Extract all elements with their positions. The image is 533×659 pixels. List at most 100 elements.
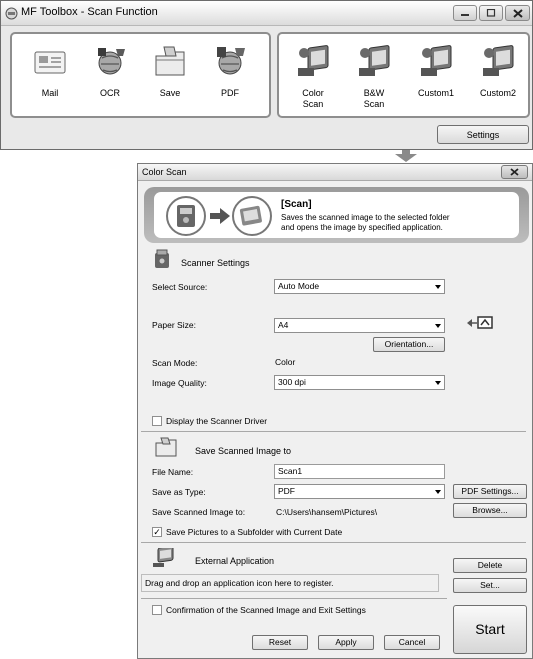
dialog-titlebar[interactable]: Color Scan — [138, 164, 532, 181]
color-scan-dialog: Color Scan [Scan] Saves the scanned imag… — [137, 163, 533, 659]
file-name-input[interactable]: Scan1 — [274, 464, 445, 479]
apply-button[interactable]: Apply — [318, 635, 374, 650]
pdf-settings-button[interactable]: PDF Settings... — [453, 484, 527, 499]
external-application-icon — [153, 548, 174, 567]
chevron-down-icon — [435, 324, 441, 328]
scanner-settings-title: Scanner Settings — [181, 258, 250, 268]
maximize-icon — [486, 9, 496, 17]
pdf-icon — [217, 47, 245, 75]
pdf-label: PDF — [221, 88, 239, 98]
maximize-button[interactable] — [479, 5, 503, 21]
color-scan-label: Color Scan — [281, 88, 345, 110]
ocr-icon — [98, 48, 125, 75]
color-scan-button[interactable]: Color Scan — [285, 36, 341, 116]
subfolder-label: Save Pictures to a Subfolder with Curren… — [166, 527, 343, 537]
custom2-label: Custom2 — [466, 88, 530, 99]
subfolder-checkbox[interactable]: ✓ — [152, 527, 162, 537]
bw-scan-icon — [359, 45, 390, 76]
toolbox-title: MF Toolbox - Scan Function — [21, 6, 158, 18]
ocr-function-button[interactable]: OCR — [82, 36, 138, 116]
scan-mode-label: Scan Mode: — [152, 358, 198, 368]
select-source-label: Select Source: — [152, 282, 208, 292]
confirmation-label: Confirmation of the Scanned Image and Ex… — [166, 605, 366, 615]
color-scan-icon — [298, 45, 329, 76]
cancel-button[interactable]: Cancel — [384, 635, 440, 650]
save-to-label: Save Scanned Image to: — [152, 507, 246, 517]
color-scan-label-line2: Scan — [302, 99, 324, 109]
scanner-icon — [155, 249, 169, 268]
select-source-value: Auto Mode — [278, 281, 320, 291]
confirmation-checkbox[interactable] — [152, 605, 162, 615]
paper-size-hint-icon[interactable] — [465, 314, 495, 332]
minimize-button[interactable] — [453, 5, 477, 21]
image-quality-label: Image Quality: — [152, 378, 207, 388]
mail-function-button[interactable]: Mail — [22, 36, 78, 116]
save-to-path: C:\Users\hansem\Pictures\ — [276, 507, 378, 517]
dialog-close-button[interactable] — [501, 165, 528, 179]
chevron-down-icon — [435, 285, 441, 289]
reset-button[interactable]: Reset — [252, 635, 308, 650]
save-as-type-label: Save as Type: — [152, 487, 206, 497]
ocr-label: OCR — [100, 88, 120, 98]
save-section-title: Save Scanned Image to — [195, 446, 292, 456]
close-button[interactable] — [505, 5, 530, 21]
bw-scan-button[interactable]: B&W Scan — [346, 36, 402, 116]
section-divider — [141, 598, 447, 599]
application-drop-area[interactable]: Drag and drop an application icon here t… — [141, 574, 439, 592]
paper-size-label: Paper Size: — [152, 320, 196, 330]
custom2-label-line1: Custom2 — [479, 88, 516, 98]
display-driver-checkbox[interactable] — [152, 416, 162, 426]
chevron-down-icon — [435, 490, 441, 494]
browse-button[interactable]: Browse... — [453, 503, 527, 518]
header-desc-line2: and opens the image by specified applica… — [281, 223, 443, 232]
mail-label: Mail — [41, 88, 59, 98]
save-as-type-value: PDF — [278, 486, 295, 496]
toolbox-app-icon — [5, 7, 18, 20]
delete-button[interactable]: Delete — [453, 558, 527, 573]
minimize-icon — [461, 14, 469, 16]
custom1-label-line1: Custom1 — [417, 88, 454, 98]
bw-scan-label-line1: B&W — [363, 88, 385, 98]
bw-scan-label: B&W Scan — [342, 88, 406, 110]
mf-toolbox-window: MF Toolbox - Scan Function Mail OCR Save… — [0, 0, 533, 150]
orientation-button[interactable]: Orientation... — [373, 337, 445, 352]
custom2-button[interactable]: Custom2 — [470, 36, 526, 116]
close-icon — [510, 168, 519, 176]
pdf-function-button[interactable]: PDF — [202, 36, 258, 116]
file-name-label: File Name: — [152, 467, 194, 477]
section-divider — [141, 431, 526, 432]
start-button[interactable]: Start — [453, 605, 527, 654]
custom1-icon — [421, 45, 452, 76]
save-label: Save — [159, 88, 181, 98]
dialog-title: Color Scan — [142, 167, 187, 177]
chevron-down-icon — [435, 381, 441, 385]
image-quality-dropdown[interactable]: 300 dpi — [274, 375, 445, 390]
toolbox-titlebar[interactable]: MF Toolbox - Scan Function — [1, 1, 532, 26]
save-as-type-dropdown[interactable]: PDF — [274, 484, 445, 499]
header-description: Saves the scanned image to the selected … — [281, 213, 491, 233]
flow-down-arrow-icon — [395, 150, 417, 162]
scan-functions-group: Color Scan B&W Scan Custom1 Custom2 — [277, 32, 530, 118]
scanner-to-folder-icon — [166, 196, 272, 236]
header-desc-line1: Saves the scanned image to the selected … — [281, 213, 450, 222]
select-source-dropdown[interactable]: Auto Mode — [274, 279, 445, 294]
paper-size-dropdown[interactable]: A4 — [274, 318, 445, 333]
image-quality-value: 300 dpi — [278, 377, 306, 387]
save-folder-icon — [155, 437, 177, 457]
external-application-title: External Application — [195, 556, 275, 566]
settings-button[interactable]: Settings — [437, 125, 529, 144]
custom1-label: Custom1 — [404, 88, 468, 99]
color-scan-label-line1: Color — [302, 88, 324, 98]
display-driver-label: Display the Scanner Driver — [166, 416, 268, 426]
custom1-button[interactable]: Custom1 — [408, 36, 464, 116]
save-function-button[interactable]: Save — [142, 36, 198, 116]
scan-mode-value: Color — [275, 357, 296, 367]
output-functions-group: Mail OCR Save PDF — [10, 32, 271, 118]
paper-size-value: A4 — [278, 320, 289, 330]
close-icon — [512, 8, 523, 18]
header-heading: [Scan] — [281, 199, 312, 210]
set-button[interactable]: Set... — [453, 578, 527, 593]
section-divider — [141, 542, 526, 543]
bw-scan-label-line2: Scan — [363, 99, 385, 109]
mail-icon — [34, 51, 66, 74]
